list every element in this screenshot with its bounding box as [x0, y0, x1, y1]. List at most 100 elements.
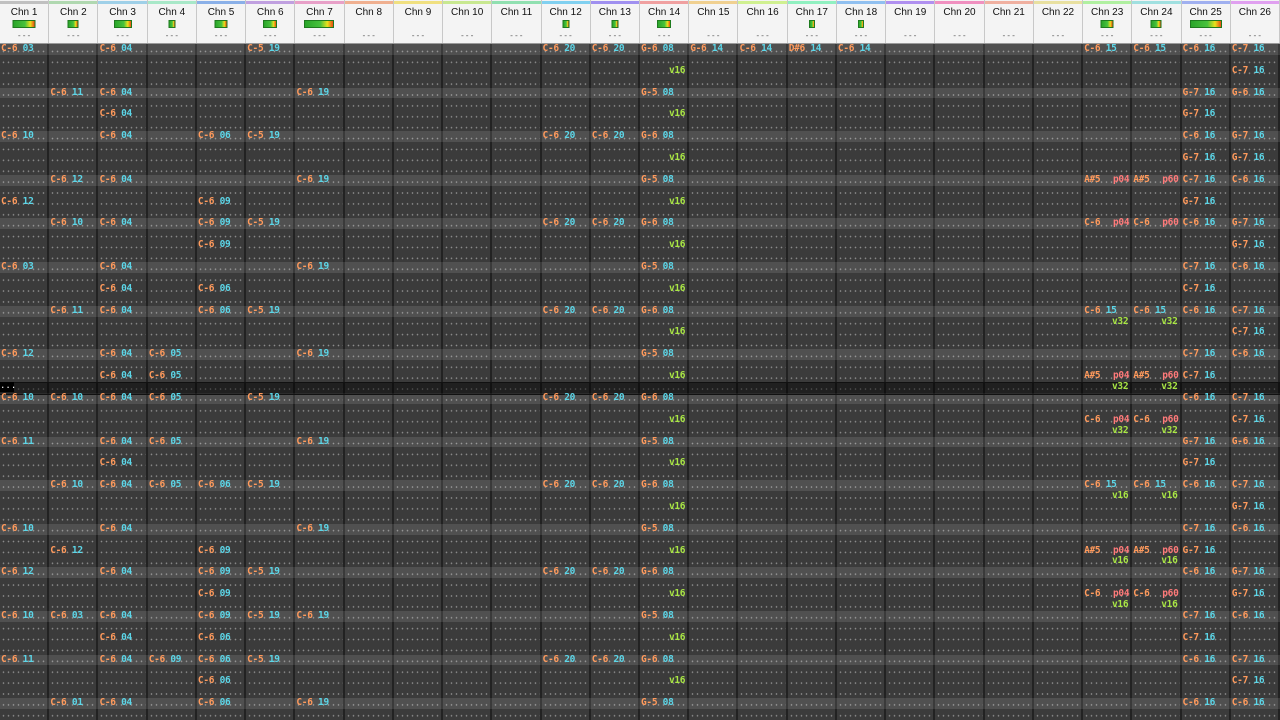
pattern-cell[interactable]: C-6 06v32: [198, 676, 244, 687]
channel-mute-indicator[interactable]: ---: [837, 31, 885, 40]
pattern-cell[interactable]: C-6 16v64: [1183, 131, 1229, 142]
pattern-cell[interactable]: C-6 09v64: [198, 567, 244, 578]
pattern-cell[interactable]: v16: [641, 502, 687, 513]
pattern-cell[interactable]: C-6 20p60: [543, 44, 589, 55]
pattern-cell[interactable]: v32: [1084, 317, 1130, 328]
pattern-cell[interactable]: C-7 16v16: [1232, 306, 1278, 317]
pattern-cell[interactable]: C-6 04v32: [99, 437, 145, 448]
pattern-cell[interactable]: C-7 16v16: [1232, 393, 1278, 404]
pattern-cell[interactable]: G-7 16v64: [1183, 109, 1229, 120]
channel-header-10[interactable]: Chn 10 ---: [443, 0, 493, 43]
pattern-cell[interactable]: C-6 19v64: [296, 524, 342, 535]
pattern-cell[interactable]: v16: [641, 633, 687, 644]
pattern-cell[interactable]: C-6 09v32: [198, 197, 244, 208]
pattern-cell[interactable]: C-6 04v08: [99, 88, 145, 99]
pattern-cell[interactable]: C-6 04v16: [99, 633, 145, 644]
pattern-cell[interactable]: C-6 09v32: [198, 240, 244, 251]
pattern-cell[interactable]: C-6 09v64: [198, 218, 244, 229]
pattern-cell[interactable]: C-6 04v32: [99, 655, 145, 666]
pattern-cell[interactable]: C-6 01v64: [50, 698, 96, 709]
pattern-cell[interactable]: C-6 20p60: [543, 480, 589, 491]
channel-header-5[interactable]: Chn 5 ---: [196, 0, 247, 43]
pattern-cell[interactable]: G-7 16v64: [1183, 437, 1229, 448]
pattern-cell[interactable]: C-6 16v16: [1232, 611, 1278, 622]
pattern-cell[interactable]: A#5 p04: [1084, 546, 1130, 557]
pattern-cell[interactable]: C-6 11v64: [50, 306, 96, 317]
pattern-cell[interactable]: C-6 19v64: [296, 611, 342, 622]
pattern-cell[interactable]: G-5 08v64: [641, 349, 687, 360]
pattern-cell[interactable]: C-6 04v08: [99, 611, 145, 622]
pattern-cell[interactable]: C-6 06v64: [198, 306, 244, 317]
pattern-cell[interactable]: C-6 12v32: [50, 175, 96, 186]
edit-cursor[interactable]: ...: [0, 382, 16, 392]
channel-mute-indicator[interactable]: ---: [1132, 31, 1180, 40]
channel-header-23[interactable]: Chn 23 ---: [1083, 0, 1133, 43]
channel-header-17[interactable]: Chn 17 ---: [787, 0, 837, 43]
pattern-cell[interactable]: C-6 20p60: [543, 306, 589, 317]
channel-mute-indicator[interactable]: ---: [738, 31, 786, 40]
pattern-cell[interactable]: v16: [641, 589, 687, 600]
pattern-cell[interactable]: v16: [1084, 491, 1130, 502]
pattern-cell[interactable]: G-6 08v32: [641, 306, 687, 317]
pattern-cell[interactable]: C-6 20p60: [543, 655, 589, 666]
pattern-cell[interactable]: C-6 16v64: [1183, 44, 1229, 55]
channel-header-15[interactable]: Chn 15 ---: [689, 0, 739, 43]
pattern-cell[interactable]: C-7 16v16: [1232, 480, 1278, 491]
pattern-cell[interactable]: C-6 04v32: [99, 306, 145, 317]
pattern-cell[interactable]: v32: [1133, 426, 1179, 437]
pattern-cell[interactable]: G-6 16v16: [1232, 88, 1278, 99]
pattern-cell[interactable]: C-6 16v16: [1232, 175, 1278, 186]
channel-mute-indicator[interactable]: ---: [689, 31, 737, 40]
pattern-cell[interactable]: C-6 10v64: [50, 218, 96, 229]
pattern-cell[interactable]: C-6 12v64: [1, 197, 47, 208]
pattern-cell[interactable]: C-6 15p60: [1133, 480, 1179, 491]
pattern-cell[interactable]: C-6 05v08: [149, 349, 195, 360]
pattern-cell[interactable]: G-6 08v32: [641, 567, 687, 578]
pattern-cell[interactable]: C-6 19v64: [296, 437, 342, 448]
pattern-cell[interactable]: C-6 06v64: [198, 131, 244, 142]
pattern-cell[interactable]: C-5 19v64: [247, 218, 293, 229]
pattern-cell[interactable]: G-5 08v64: [641, 262, 687, 273]
pattern-cell[interactable]: C-6 19v64: [296, 698, 342, 709]
pattern-cell[interactable]: G-5 08v64: [641, 88, 687, 99]
pattern-cell[interactable]: C-7 16v16: [1232, 655, 1278, 666]
pattern-cell[interactable]: C-6 09v64: [149, 655, 195, 666]
pattern-cell[interactable]: C-5 19v64: [247, 44, 293, 55]
pattern-cell[interactable]: C-6 15p60: [1133, 306, 1179, 317]
pattern-cell[interactable]: C-6 20p60: [543, 131, 589, 142]
pattern-cell[interactable]: G-7 16v64: [1183, 546, 1229, 557]
pattern-cell[interactable]: C-6 15p04: [1084, 306, 1130, 317]
pattern-cell[interactable]: C-7 16v16: [1232, 327, 1278, 338]
pattern-cell[interactable]: G-6 08v32: [641, 218, 687, 229]
pattern-cell[interactable]: G-7 16v16: [1232, 567, 1278, 578]
pattern-cell[interactable]: C-6 06v16: [198, 698, 244, 709]
channel-header-24[interactable]: Chn 24 ---: [1132, 0, 1182, 43]
pattern-cell[interactable]: G-5 08v64: [641, 611, 687, 622]
channel-header-3[interactable]: Chn 3 ---: [98, 0, 148, 43]
pattern-cell[interactable]: v16: [1133, 491, 1179, 502]
pattern-cell[interactable]: C-6 10v64: [1, 393, 47, 404]
pattern-cell[interactable]: v16: [641, 109, 687, 120]
channel-header-16[interactable]: Chn 16 ---: [738, 0, 788, 43]
channel-mute-indicator[interactable]: ---: [345, 31, 393, 40]
pattern-cell[interactable]: C-6 20p04: [592, 218, 638, 229]
channel-header-9[interactable]: Chn 9 ---: [393, 0, 444, 43]
pattern-cell[interactable]: v16: [641, 284, 687, 295]
pattern-cell[interactable]: C-6 16v16: [1232, 262, 1278, 273]
pattern-cell[interactable]: C-6 20p60: [543, 393, 589, 404]
pattern-cell[interactable]: C-7 16v64: [1183, 611, 1229, 622]
pattern-cell[interactable]: G-7 16v16: [1232, 153, 1278, 164]
pattern-cell[interactable]: C-6 20p04: [592, 655, 638, 666]
channel-mute-indicator[interactable]: ---: [1083, 31, 1131, 40]
pattern-cell[interactable]: v16: [641, 676, 687, 687]
pattern-cell[interactable]: G-6 08v32: [641, 131, 687, 142]
pattern-cell[interactable]: G-5 08v64: [641, 175, 687, 186]
pattern-cell[interactable]: C-6 p04: [1084, 218, 1130, 229]
pattern-cell[interactable]: C-7 16v32: [1183, 175, 1229, 186]
pattern-cell[interactable]: C-6 15p04: [1084, 44, 1130, 55]
pattern-cell[interactable]: C-6 09v16: [198, 611, 244, 622]
pattern-cell[interactable]: C-6 11v64: [1, 437, 47, 448]
pattern-cell[interactable]: G-6 14p60: [690, 44, 736, 55]
channel-mute-indicator[interactable]: ---: [443, 31, 491, 40]
pattern-cell[interactable]: C-6 16v64: [1183, 567, 1229, 578]
